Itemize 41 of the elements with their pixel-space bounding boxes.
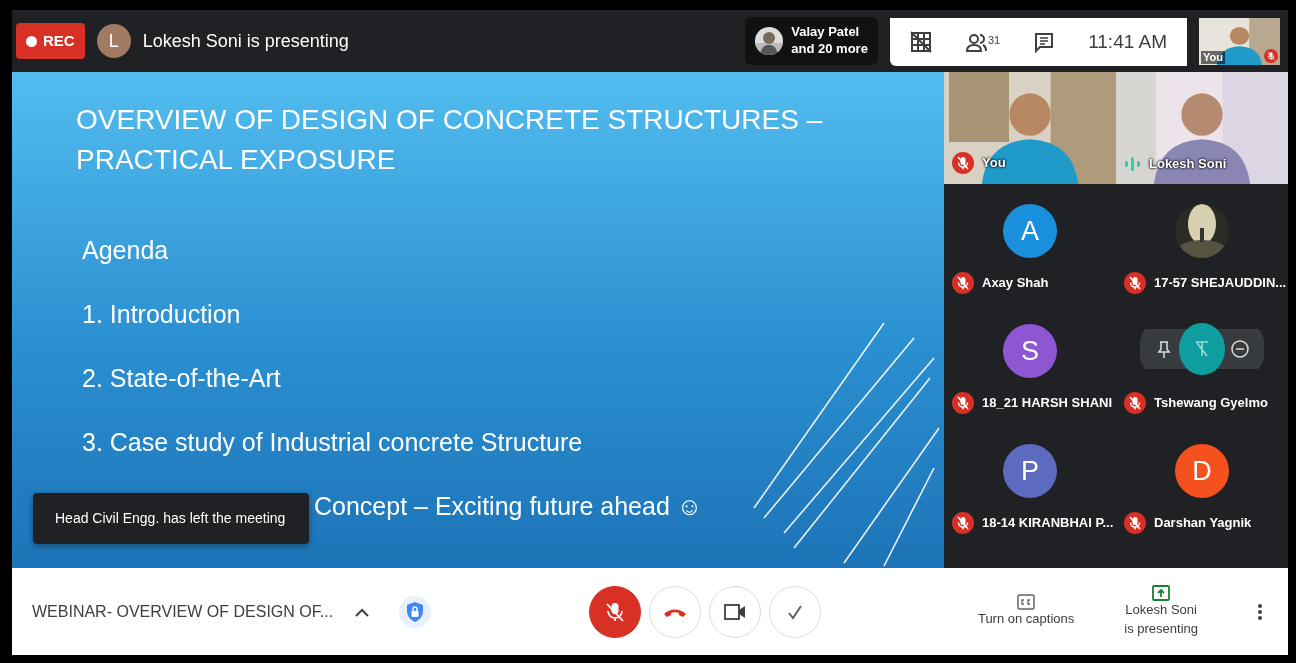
participant-avatar: S <box>1003 324 1057 378</box>
participant-name: 18_21 HARSH SHANI <box>982 394 1113 413</box>
participant-avatar: P <box>1003 444 1057 498</box>
checkmark-icon <box>786 603 803 620</box>
chat-icon[interactable] <box>1034 31 1055 53</box>
captions-button[interactable]: Turn on captions <box>977 594 1075 629</box>
presenter-status: Lokesh Soni is presenting <box>142 29 349 53</box>
slide-text: Concept – Exciting future ahead ☺ <box>314 492 703 520</box>
slide-text: 1. Introduction <box>82 299 242 330</box>
clock: 11:41 AM <box>1088 29 1167 54</box>
microphone-icon <box>603 600 626 623</box>
tiles-icon[interactable] <box>909 31 932 53</box>
people-icon <box>965 31 988 53</box>
more-icon <box>1257 603 1263 622</box>
mute-participant-button[interactable] <box>1179 323 1225 375</box>
participant-name: Tshewang Gyelmo <box>1154 394 1268 413</box>
participant-avatar: D <box>1175 444 1229 498</box>
more-viewers: and 20 more <box>791 41 868 58</box>
slide-text: 3. Case study of Industrial concrete Structure <box>82 427 584 458</box>
meeting-title: WEBINAR- OVERVIEW OF DESIGN OF... <box>32 601 334 622</box>
mute-icon <box>1193 340 1211 358</box>
participant-name: Darshan Yagnik <box>1154 514 1252 533</box>
participant-name: 18-14 KIRANBHAI P... <box>982 514 1114 533</box>
slide-text: 2. State-of-the-Art <box>82 363 282 394</box>
notification-toast: Head Civil Engg. has left the meeting <box>33 493 310 544</box>
recording-badge: REC <box>16 22 85 60</box>
camera-icon <box>723 601 746 622</box>
people-button[interactable]: 31 <box>965 31 1001 53</box>
participant-name: 17-57 SHEJAUDDIN... <box>1154 274 1287 293</box>
shield-lock-icon[interactable] <box>399 595 432 628</box>
caret-icon <box>354 606 371 618</box>
participant-name: Axay Shah <box>982 274 1049 293</box>
presenter-avatar: L <box>96 24 131 58</box>
participant-avatar: A <box>1003 204 1057 258</box>
captions-icon <box>1017 594 1036 611</box>
slide-text: Agenda <box>82 235 170 266</box>
presentation-button[interactable]: Lokesh Soni is presenting <box>1124 584 1198 639</box>
slide-title: OVERVIEW OF DESIGN OF CONCRETE STRUCTURES – PRACTICAL EXPOSURE <box>76 103 824 177</box>
remove-icon <box>1230 339 1251 359</box>
viewer-name: Valay Patel <box>791 24 861 41</box>
present-icon <box>1152 584 1171 601</box>
